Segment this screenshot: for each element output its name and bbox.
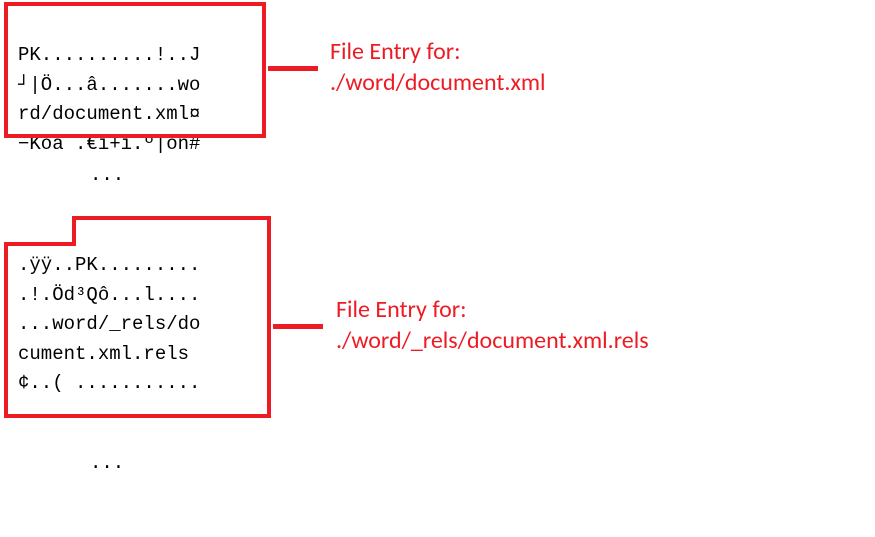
label-block-1: File Entry for: ./word/document.xml: [330, 36, 546, 98]
ellipsis-2: ...: [90, 452, 124, 474]
label-title: File Entry for:: [330, 36, 546, 67]
connector-line-1: [268, 66, 318, 71]
label-title: File Entry for:: [336, 294, 649, 325]
box-seam-mask: [76, 242, 267, 246]
label-block-2: File Entry for: ./word/_rels/document.xm…: [336, 294, 649, 356]
label-path: ./word/_rels/document.xml.rels: [336, 325, 649, 356]
label-path: ./word/document.xml: [330, 67, 546, 98]
ellipsis-1: ...: [90, 164, 124, 186]
highlight-box-1: [4, 2, 266, 138]
connector-line-2: [273, 324, 323, 329]
highlight-box-2: [4, 242, 271, 418]
